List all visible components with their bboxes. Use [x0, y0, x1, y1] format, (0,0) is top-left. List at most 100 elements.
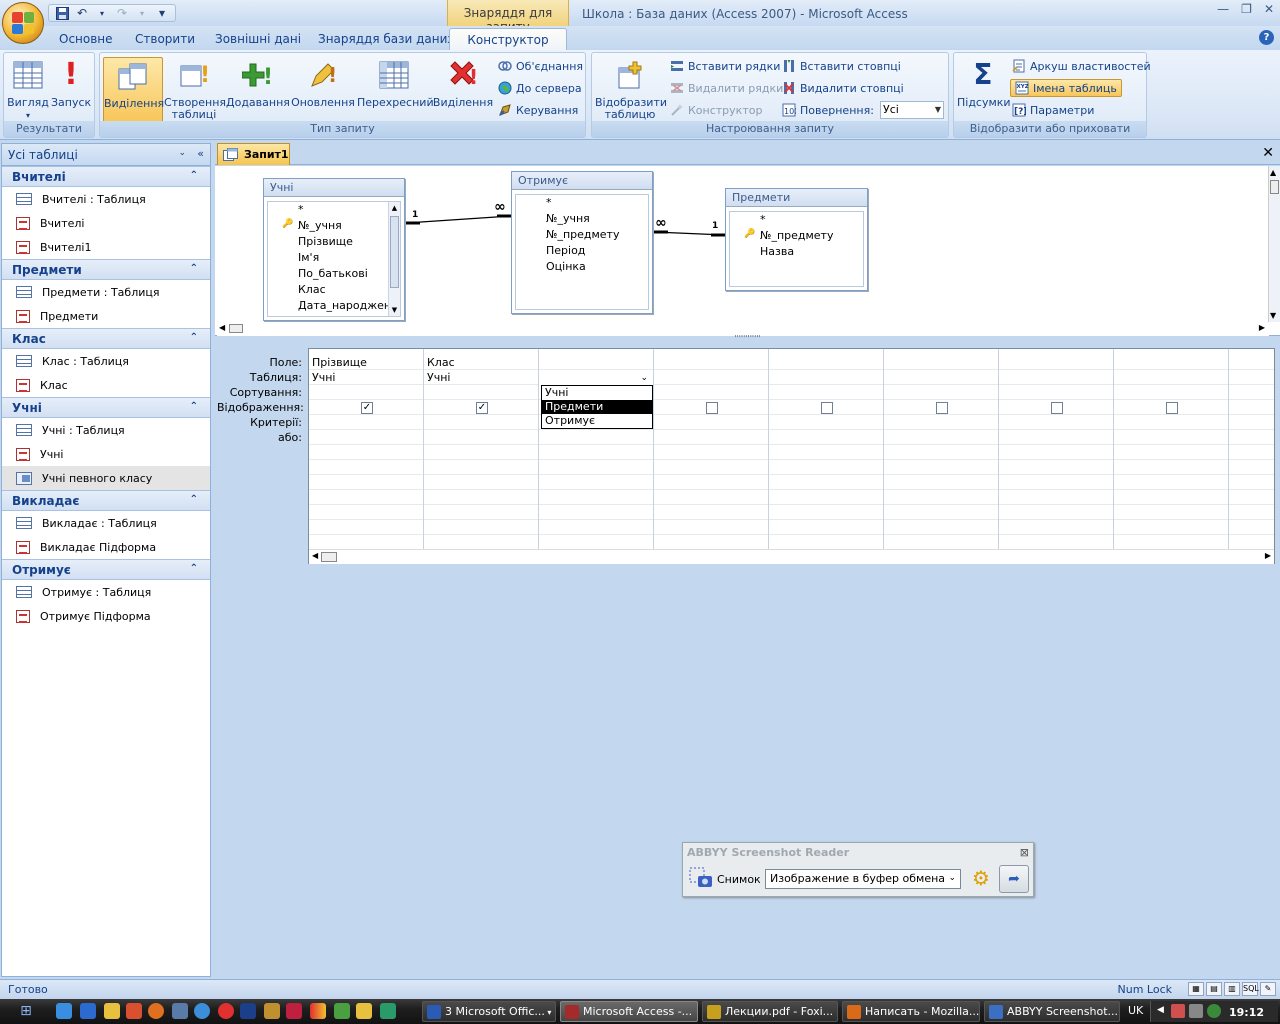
- field-cell[interactable]: [999, 355, 1113, 370]
- scroll-down-icon[interactable]: ▼: [389, 304, 400, 316]
- criteria-cell[interactable]: [539, 430, 653, 445]
- collapse-group-icon[interactable]: ⌃: [190, 563, 198, 574]
- nav-group-header[interactable]: Предмети ⌃: [2, 259, 210, 280]
- field-cell[interactable]: Прізвище: [309, 355, 423, 370]
- start-button[interactable]: ⊞: [4, 1001, 48, 1022]
- union-button[interactable]: Об'єднання: [498, 57, 583, 75]
- close-icon[interactable]: ⊠: [1020, 846, 1029, 859]
- table-field[interactable]: Період: [516, 244, 648, 260]
- nav-item[interactable]: Клас: [2, 373, 210, 397]
- table-cell[interactable]: Учні: [424, 370, 538, 385]
- app-icon[interactable]: [126, 1003, 142, 1019]
- show-checkbox[interactable]: [936, 402, 948, 414]
- dropdown-option[interactable]: Предмети: [542, 400, 652, 414]
- criteria-cell[interactable]: [769, 415, 883, 430]
- criteria-cell[interactable]: [654, 430, 768, 445]
- app-icon[interactable]: [380, 1003, 396, 1019]
- table-field[interactable]: Оцінка: [516, 260, 648, 276]
- scroll-up-icon[interactable]: ▲: [1270, 168, 1276, 177]
- insert-columns-button[interactable]: Вставити стовпці: [782, 57, 901, 75]
- collapse-group-icon[interactable]: ⌃: [190, 170, 198, 181]
- run-button[interactable]: ! Запуск: [51, 57, 91, 123]
- table-field[interactable]: №_предмету: [516, 228, 648, 244]
- table-box-title[interactable]: Отримує: [512, 172, 652, 190]
- field-cell[interactable]: [769, 355, 883, 370]
- nav-item[interactable]: Вчителі : Таблиця: [2, 187, 210, 211]
- data-definition-button[interactable]: Керування: [498, 101, 578, 119]
- nav-item[interactable]: Учні: [2, 442, 210, 466]
- criteria-cell[interactable]: [309, 415, 423, 430]
- gear-icon[interactable]: ⚙: [969, 866, 993, 890]
- nav-item[interactable]: Клас : Таблиця: [2, 349, 210, 373]
- tab-database-tools[interactable]: Знаряддя бази даних: [318, 32, 455, 46]
- dropdown-option[interactable]: Учні: [542, 386, 652, 400]
- table-field[interactable]: По_батькові: [268, 267, 400, 283]
- crosstab-button[interactable]: Перехресний: [357, 57, 434, 123]
- make-table-button[interactable]: ! Створеннятаблиці: [164, 57, 226, 123]
- upper-vertical-scrollbar[interactable]: ▲ ▼: [1268, 166, 1280, 322]
- maximize-button[interactable]: ❐: [1241, 2, 1252, 16]
- table-combo-box[interactable]: ⌄: [539, 370, 653, 385]
- criteria-cell[interactable]: [654, 415, 768, 430]
- table-field[interactable]: Ім'я: [268, 251, 400, 267]
- scroll-right-icon[interactable]: ▶: [1265, 551, 1271, 560]
- dropdown-option[interactable]: Отримує: [542, 414, 652, 428]
- table-cell[interactable]: [769, 370, 883, 385]
- nav-item[interactable]: Учні : Таблиця: [2, 418, 210, 442]
- table-field[interactable]: Назва: [730, 245, 863, 261]
- criteria-cell[interactable]: [884, 430, 998, 445]
- ie-icon[interactable]: [56, 1003, 72, 1019]
- datasheet-view-icon[interactable]: ▦: [1188, 982, 1204, 996]
- nav-item[interactable]: Предмети: [2, 304, 210, 328]
- show-checkbox[interactable]: [1051, 402, 1063, 414]
- collapse-group-icon[interactable]: ⌃: [190, 263, 198, 274]
- collapse-group-icon[interactable]: ⌃: [190, 494, 198, 505]
- property-sheet-button[interactable]: Аркуш властивостей: [1012, 57, 1151, 75]
- show-checkbox[interactable]: ✓: [476, 402, 488, 414]
- customize-icon[interactable]: ▾: [155, 6, 169, 20]
- criteria-cell[interactable]: [769, 430, 883, 445]
- nav-item[interactable]: Вчителі: [2, 211, 210, 235]
- sort-cell[interactable]: [999, 385, 1113, 400]
- table-field[interactable]: 🔑 №_предмету: [730, 229, 863, 245]
- show-checkbox[interactable]: [821, 402, 833, 414]
- view-button[interactable]: Вигляд ▾: [7, 57, 49, 123]
- table-box-title[interactable]: Предмети: [726, 189, 867, 207]
- taskbar-button[interactable]: Microsoft Access -...: [560, 1001, 698, 1022]
- update-button[interactable]: ! Оновлення: [290, 57, 356, 123]
- save-icon[interactable]: [55, 6, 69, 20]
- table-field[interactable]: *: [516, 196, 648, 212]
- sort-cell[interactable]: [769, 385, 883, 400]
- sort-cell[interactable]: [884, 385, 998, 400]
- criteria-cell[interactable]: [999, 415, 1113, 430]
- scroll-left-icon[interactable]: ◀: [219, 323, 225, 332]
- delete-columns-button[interactable]: Видалити стовпці: [782, 79, 904, 97]
- criteria-cell[interactable]: [1114, 430, 1228, 445]
- scroll-thumb[interactable]: [390, 216, 399, 288]
- insert-rows-button[interactable]: Вставити рядки: [670, 57, 780, 75]
- sql-view-icon[interactable]: SQL: [1242, 982, 1259, 996]
- volume-icon[interactable]: [1189, 1004, 1203, 1018]
- nav-item[interactable]: Отримує Підформа: [2, 604, 210, 628]
- app-icon[interactable]: [240, 1003, 256, 1019]
- table-cell[interactable]: [654, 370, 768, 385]
- app-icon[interactable]: [334, 1003, 350, 1019]
- show-table-button[interactable]: Відобразити таблицю: [595, 57, 667, 123]
- redo-dropdown-icon[interactable]: ▾: [135, 6, 149, 20]
- close-button[interactable]: ✕: [1264, 2, 1274, 16]
- undo-icon[interactable]: ↶: [75, 6, 89, 20]
- nav-item[interactable]: Викладає : Таблиця: [2, 511, 210, 535]
- app-icon[interactable]: [286, 1003, 302, 1019]
- abbyy-target-select[interactable]: Изображение в буфер обмена ⌄: [765, 869, 961, 889]
- grid-horizontal-scrollbar[interactable]: ◀ ▶: [309, 549, 1274, 564]
- table-field[interactable]: 🔑 №_учня: [268, 219, 400, 235]
- redo-icon[interactable]: ↷: [115, 6, 129, 20]
- app-icon[interactable]: [356, 1003, 372, 1019]
- clock[interactable]: 19:12: [1229, 1006, 1264, 1019]
- scroll-up-icon[interactable]: ▲: [389, 202, 400, 214]
- select-query-button[interactable]: Виділення: [103, 57, 164, 123]
- table-field[interactable]: Прізвище: [268, 235, 400, 251]
- table-cell[interactable]: [999, 370, 1113, 385]
- delete-query-button[interactable]: ! Виділення: [432, 57, 494, 123]
- table-field[interactable]: *: [730, 213, 863, 229]
